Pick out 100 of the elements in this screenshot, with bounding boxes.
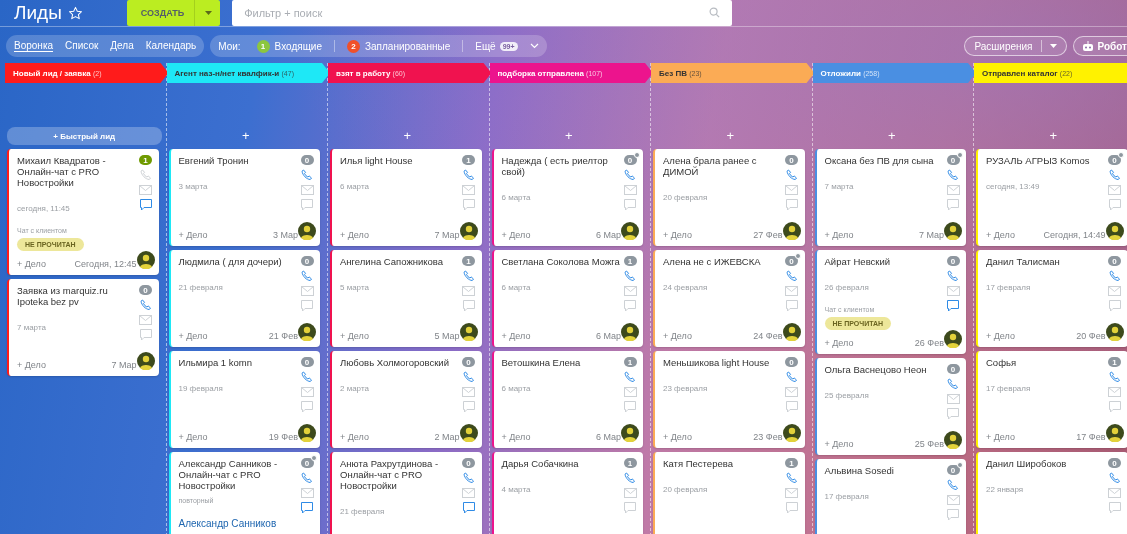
- lead-card[interactable]: Софья 17 февраля + Дело 17 Фев 1: [976, 351, 1127, 448]
- chat-icon[interactable]: [301, 502, 313, 514]
- chat-icon[interactable]: [947, 509, 959, 521]
- chat-icon[interactable]: [785, 502, 798, 514]
- chat-icon[interactable]: [1108, 300, 1121, 312]
- phone-icon[interactable]: [301, 270, 313, 282]
- phone-icon[interactable]: [624, 270, 636, 282]
- phone-icon[interactable]: [301, 371, 313, 383]
- lead-card[interactable]: Анюта Рахрутдинова - Онлайн-чат с PRO Новостройки 21 февраля 0: [330, 452, 482, 534]
- phone-icon[interactable]: [624, 371, 636, 383]
- add-task-link[interactable]: + Дело: [824, 338, 854, 348]
- lead-title[interactable]: Евгений Тронин: [178, 155, 298, 166]
- mail-icon[interactable]: [623, 185, 637, 195]
- phone-icon[interactable]: [947, 270, 959, 282]
- lead-title[interactable]: Дарья Собачкина: [501, 458, 621, 469]
- chat-icon[interactable]: [624, 199, 636, 211]
- lead-card[interactable]: Ангелина Сапожникова 5 марта + Дело 5 Мар 1: [330, 250, 482, 347]
- chat-icon[interactable]: [624, 300, 636, 312]
- chat-icon[interactable]: [1108, 199, 1121, 211]
- lead-card[interactable]: Ольга Васнецово Неон 25 февраля + Дело 25 Фев 0: [814, 358, 966, 455]
- lead-title[interactable]: Людмила ( для дочери): [178, 256, 298, 267]
- mail-icon[interactable]: [300, 488, 314, 498]
- chat-icon[interactable]: [301, 300, 313, 312]
- add-task-link[interactable]: + Дело: [501, 230, 531, 240]
- phone-icon[interactable]: [1108, 169, 1121, 181]
- lead-title[interactable]: Софья: [986, 357, 1106, 368]
- add-button[interactable]: +: [491, 127, 646, 145]
- lead-card[interactable]: Илья light House 6 марта + Дело 7 Мар 1: [330, 149, 482, 246]
- lead-card[interactable]: РУЗАЛЬ АГРЫЗ Komos сегодня, 13:49 + Дело Сегодня, 14:49 0: [976, 149, 1127, 246]
- add-task-link[interactable]: + Дело: [501, 432, 531, 442]
- mail-icon[interactable]: [1108, 387, 1121, 397]
- add-button[interactable]: +: [976, 127, 1127, 145]
- mail-icon[interactable]: [946, 394, 960, 404]
- lead-card[interactable]: Алена брала ранее с ДИМОЙ 20 февраля + Дело 27 Фев 0: [653, 149, 805, 246]
- lead-card[interactable]: Меньшикова light House 23 февраля + Дело 23 Фев 0: [653, 351, 805, 448]
- lead-title[interactable]: Анюта Рахрутдинова - Онлайн-чат с PRO Новостройки: [340, 458, 460, 491]
- add-task-link[interactable]: + Дело: [986, 331, 1015, 341]
- search-field[interactable]: Фильтр + поиск: [232, 0, 733, 26]
- lead-card[interactable]: Надежда ( есть риелтор свой) 6 марта + Дело 6 Мар 0: [491, 149, 643, 246]
- lead-title[interactable]: Альвина Sosedi: [824, 465, 944, 476]
- lead-card[interactable]: Ветошкина Елена 6 марта + Дело 6 Мар 1: [491, 351, 643, 448]
- lead-title[interactable]: Оксана без ПВ для сына: [824, 155, 944, 166]
- mail-icon[interactable]: [462, 185, 475, 195]
- mail-icon[interactable]: [785, 488, 798, 498]
- mail-icon[interactable]: [462, 286, 475, 296]
- mail-icon[interactable]: [946, 185, 960, 195]
- view-tab[interactable]: Список: [65, 40, 99, 52]
- phone-icon[interactable]: [1108, 472, 1121, 484]
- lead-title[interactable]: Надежда ( есть риелтор свой): [501, 155, 621, 177]
- mail-icon[interactable]: [785, 286, 798, 296]
- phone-icon[interactable]: [462, 169, 475, 181]
- mail-icon[interactable]: [300, 185, 314, 195]
- phone-icon[interactable]: [1108, 371, 1121, 383]
- chat-icon[interactable]: [462, 502, 475, 514]
- add-button[interactable]: +: [330, 127, 485, 145]
- add-task-link[interactable]: + Дело: [178, 432, 208, 442]
- chat-icon[interactable]: [947, 300, 959, 312]
- view-tab[interactable]: Дела: [110, 40, 134, 52]
- mail-icon[interactable]: [139, 315, 152, 325]
- phone-icon[interactable]: [785, 472, 798, 484]
- mail-icon[interactable]: [623, 387, 637, 397]
- mail-icon[interactable]: [623, 286, 637, 296]
- mail-icon[interactable]: [300, 387, 314, 397]
- mail-icon[interactable]: [1108, 185, 1121, 195]
- chat-icon[interactable]: [785, 300, 798, 312]
- lead-card[interactable]: Любовь Холмогоровский 2 марта + Дело 2 Мар 0: [330, 351, 482, 448]
- phone-icon[interactable]: [785, 169, 798, 181]
- add-task-link[interactable]: + Дело: [501, 331, 531, 341]
- lead-card[interactable]: Данил Талисман 17 февраля + Дело 20 Фев 0: [976, 250, 1127, 347]
- lead-card[interactable]: Заявка из marquiz.ru Ipoteka bez pv 7 марта + Дело 7 Мар 0: [7, 279, 159, 376]
- lead-title[interactable]: Катя Пестерева: [663, 458, 783, 469]
- mail-icon[interactable]: [785, 185, 798, 195]
- add-task-link[interactable]: + Дело: [340, 230, 369, 240]
- add-task-link[interactable]: + Дело: [663, 230, 692, 240]
- create-button[interactable]: СОЗДАТЬ: [126, 0, 221, 26]
- lead-title[interactable]: Алена не с ИЖЕВСКА: [663, 256, 783, 267]
- star-icon[interactable]: [67, 5, 83, 21]
- phone-icon[interactable]: [947, 378, 959, 390]
- chat-icon[interactable]: [301, 401, 313, 413]
- phone-icon[interactable]: [462, 270, 475, 282]
- chat-icon[interactable]: [947, 199, 959, 211]
- lead-card[interactable]: Данил Широбоков 22 января 0: [976, 452, 1127, 534]
- chat-icon[interactable]: [624, 401, 636, 413]
- lead-card[interactable]: Оксана без ПВ для сына 7 марта + Дело 7 Мар 0: [814, 149, 966, 246]
- mail-icon[interactable]: [785, 387, 798, 397]
- lead-title[interactable]: Алена брала ранее с ДИМОЙ: [663, 155, 783, 177]
- phone-icon[interactable]: [462, 472, 475, 484]
- chat-icon[interactable]: [462, 401, 475, 413]
- mail-icon[interactable]: [300, 286, 314, 296]
- phone-icon[interactable]: [947, 479, 959, 491]
- chevron-icon[interactable]: [529, 43, 539, 49]
- lead-card[interactable]: Евгений Тронин 3 марта + Дело 3 Мар 0: [168, 149, 320, 246]
- chat-icon[interactable]: [785, 401, 798, 413]
- mail-icon[interactable]: [139, 185, 152, 195]
- phone-icon[interactable]: [947, 169, 959, 181]
- lead-title[interactable]: Светлана Соколова Можга: [501, 256, 621, 267]
- lead-card[interactable]: Ильмира 1 komn 19 февраля + Дело 19 Фев 0: [168, 351, 320, 448]
- add-task-link[interactable]: + Дело: [663, 432, 692, 442]
- phone-icon[interactable]: [462, 371, 475, 383]
- add-task-link[interactable]: + Дело: [986, 230, 1015, 240]
